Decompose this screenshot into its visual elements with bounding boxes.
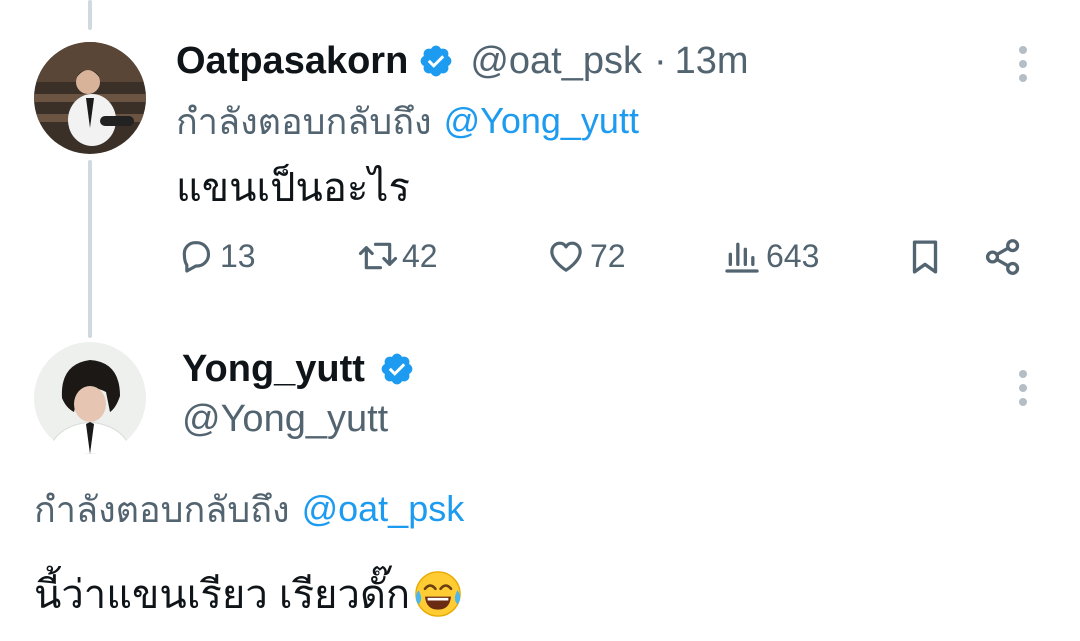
tweet-text: แขนเป็นอะไร [176,166,410,210]
like-button[interactable]: 72 [546,236,626,276]
bookmark-icon [912,240,938,274]
reply-count: 13 [220,237,256,274]
mention-link[interactable]: @Yong_yutt [444,100,639,142]
separator-dot: · [653,39,667,82]
thread-line-top [88,0,92,30]
reply-icon [182,241,211,273]
retweet-button[interactable]: 42 [358,236,438,276]
retweet-icon [358,242,398,270]
views-button[interactable]: 643 [722,236,819,276]
avatar[interactable] [34,42,146,154]
author-name[interactable]: Oatpasakorn [176,40,408,83]
like-count: 72 [590,237,626,274]
bookmark-button[interactable] [904,236,946,278]
share-button[interactable] [982,236,1024,278]
heart-icon [550,241,582,272]
views-icon [725,242,759,273]
replying-prefix: กำลังตอบกลับถึง [34,488,290,530]
tweet-header: Yong_yutt [182,346,415,392]
verified-badge-icon [381,353,413,385]
verified-badge-icon [420,45,452,77]
tears-of-joy-emoji [415,571,461,617]
thread-line [88,160,92,338]
replying-to: กำลังตอบกลับถึง @Yong_yutt [176,98,639,144]
author-handle[interactable]: @oat_psk [470,40,642,83]
replying-prefix: กำลังตอบกลับถึง [176,100,432,142]
more-vertical-icon[interactable] [1018,46,1028,86]
tweet-text-body: นี้ว่าแขนเรียว เรียวดั๊ก [34,573,411,617]
tweet-text: นี้ว่าแขนเรียว เรียวดั๊ก [34,566,464,622]
tweet-header: Oatpasakorn @oat_psk · 13m [176,38,749,84]
reply-button[interactable]: 13 [176,236,256,276]
share-icon [985,239,1020,275]
replying-to: กำลังตอบกลับถึง @oat_psk [34,486,464,532]
retweet-count: 42 [402,237,438,274]
views-count: 643 [766,237,820,274]
avatar[interactable] [34,342,146,454]
mention-link[interactable]: @oat_psk [302,488,465,530]
timestamp[interactable]: 13m [675,40,749,83]
author-handle[interactable]: @Yong_yutt [182,396,388,442]
author-name[interactable]: Yong_yutt [182,348,365,391]
more-vertical-icon[interactable] [1018,370,1028,410]
